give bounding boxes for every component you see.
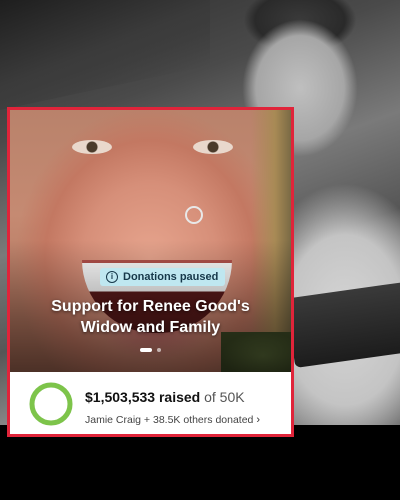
photo-eye-right	[193, 140, 233, 154]
campaign-title-line-2: Widow and Family	[80, 319, 221, 336]
donors-text: Jamie Craig + 38.5K others donated	[85, 414, 254, 426]
campaign-title[interactable]: Support for Renee Good's Widow and Famil…	[10, 296, 291, 338]
carousel-dot-active[interactable]	[140, 348, 152, 352]
status-badge: i Donations paused	[100, 268, 226, 286]
carousel-indicator[interactable]	[10, 348, 291, 352]
progress-ring	[29, 382, 73, 426]
carousel-dot[interactable]	[157, 348, 161, 352]
fundraising-stats[interactable]: $1,503,533 raised of 50K Jamie Craig + 3…	[10, 372, 291, 434]
progress-ring-fill	[29, 382, 73, 426]
raised-label: raised	[158, 389, 201, 405]
campaign-title-line-1: Support for Renee Good's	[51, 298, 250, 315]
photo-nose-ring	[185, 206, 203, 224]
info-icon: i	[106, 271, 118, 283]
donors-link[interactable]: Jamie Craig + 38.5K others donated ›	[85, 414, 260, 426]
amount-raised-line: $1,503,533 raised of 50K	[85, 389, 245, 405]
screenshot-stage: i Donations paused Support for Renee Goo…	[0, 0, 400, 500]
fundraiser-card[interactable]: i Donations paused Support for Renee Goo…	[7, 107, 294, 437]
amount-raised: $1,503,533	[85, 389, 156, 405]
goal-amount: of 50K	[204, 389, 245, 405]
status-badge-label: Donations paused	[123, 271, 219, 283]
chevron-right-icon: ›	[256, 414, 261, 426]
photo-eye-left	[72, 140, 112, 154]
campaign-photo[interactable]: i Donations paused Support for Renee Goo…	[10, 110, 291, 372]
